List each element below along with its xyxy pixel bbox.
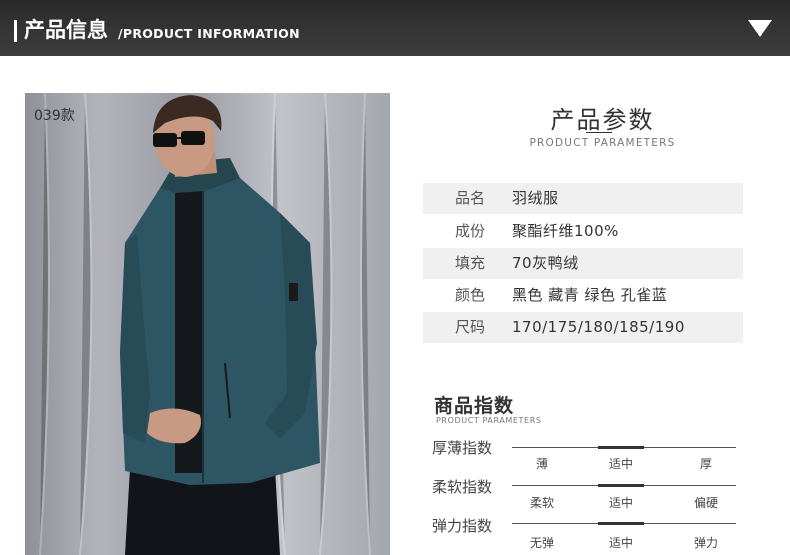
params-title-underline (586, 132, 612, 133)
index-option-selected: 适中 (608, 496, 633, 510)
collapse-triangle-icon[interactable] (748, 20, 772, 37)
index-option: 弹力 (693, 536, 718, 550)
spec-label: 填充 (455, 254, 486, 272)
header-accent-bar (14, 20, 17, 42)
spec-row-material: 成份 聚酯纤维100% (423, 216, 743, 247)
spec-row-sizes: 尺码 170/175/180/185/190 (423, 312, 743, 343)
index-option: 偏硬 (693, 496, 718, 510)
index-option: 柔软 (529, 496, 554, 510)
index-subtitle: PRODUCT PARAMETERS (436, 416, 542, 425)
index-label-softness: 柔软指数 (432, 478, 493, 496)
params-subtitle: PRODUCT PARAMETERS (529, 137, 676, 149)
index-selected-marker (598, 484, 644, 487)
params-title: 产品参数 (550, 106, 655, 134)
index-option: 无弹 (529, 536, 554, 550)
index-option: 厚 (699, 457, 712, 471)
index-selected-marker (598, 446, 644, 449)
spec-row-name: 品名 羽绒服 (423, 183, 743, 214)
index-title: 商品指数 (434, 395, 515, 417)
product-code: 039款 (34, 108, 75, 124)
spec-value: 羽绒服 (512, 189, 559, 207)
index-option-selected: 适中 (608, 457, 633, 471)
spec-value: 170/175/180/185/190 (512, 318, 685, 336)
spec-value: 黑色 藏青 绿色 孔雀蓝 (512, 286, 668, 304)
header-subtitle: /PRODUCT INFORMATION (118, 26, 300, 41)
header-title: 产品信息 (24, 18, 108, 42)
spec-label: 成份 (455, 222, 486, 240)
spec-label: 颜色 (455, 286, 486, 304)
index-selected-marker (598, 522, 644, 525)
spec-row-colors: 颜色 黑色 藏青 绿色 孔雀蓝 (423, 280, 743, 311)
spec-label: 品名 (455, 189, 486, 207)
index-option-selected: 适中 (608, 536, 633, 550)
index-option: 薄 (535, 457, 548, 471)
spec-value: 聚酯纤维100% (512, 222, 619, 240)
spec-label: 尺码 (455, 318, 486, 336)
product-photo: 039款 (25, 93, 390, 555)
index-label-elasticity: 弹力指数 (432, 517, 493, 535)
spec-value: 70灰鸭绒 (512, 254, 579, 272)
section-header: 产品信息 /PRODUCT INFORMATION (0, 0, 790, 56)
index-label-thickness: 厚薄指数 (432, 439, 493, 457)
spec-row-filling: 填充 70灰鸭绒 (423, 248, 743, 279)
model-jacket-illustration (39, 93, 371, 555)
